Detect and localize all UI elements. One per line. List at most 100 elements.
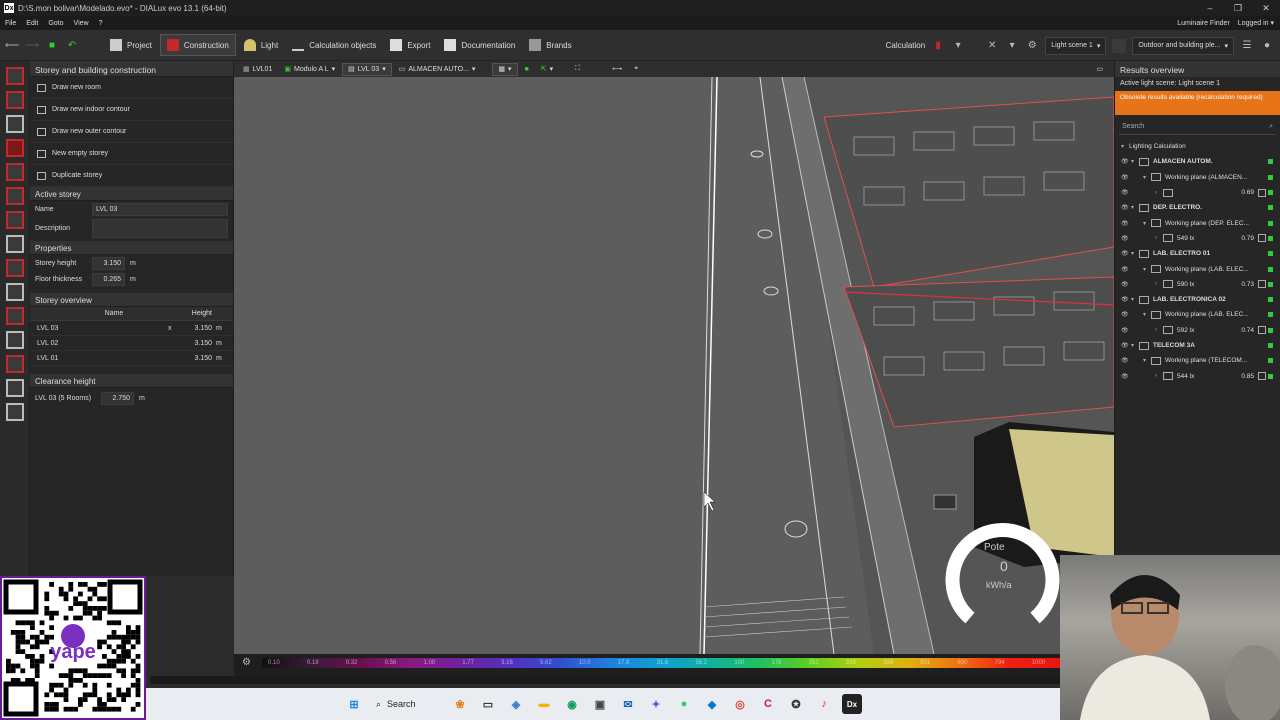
expand-arrow-icon[interactable]: ▾ bbox=[1143, 357, 1151, 364]
visibility-eye-icon[interactable]: 👁 bbox=[1121, 220, 1131, 227]
duplicate-storey-button[interactable]: Duplicate storey bbox=[30, 165, 233, 187]
back-icon[interactable]: ⟵ bbox=[4, 37, 20, 53]
taskbar-search[interactable]: ⌕ Search bbox=[372, 693, 442, 715]
storey-lvl01-selector[interactable]: ▦ LVL01 bbox=[238, 63, 277, 76]
ceiling-tool-icon[interactable] bbox=[5, 235, 24, 253]
outlook-icon[interactable]: ✉ bbox=[618, 694, 638, 714]
scene-toggle-icon[interactable] bbox=[1112, 38, 1127, 53]
window-tool-icon[interactable] bbox=[5, 187, 24, 205]
tree-result-item[interactable]: 👁 › 549 lx 0.79 bbox=[1115, 231, 1280, 246]
tab-construction[interactable]: Construction bbox=[159, 34, 236, 56]
save-icon[interactable]: ■ bbox=[44, 37, 60, 53]
menu-edit[interactable]: Edit bbox=[21, 20, 43, 27]
name-field[interactable]: LVL 03 bbox=[92, 202, 228, 216]
draw-new-room-button[interactable]: Draw new room bbox=[30, 77, 233, 99]
3d-viewport[interactable]: ▦ LVL01 ▣ Modulo A L ▾ ▤ LVL 03 ▾ ▭ ALMACEN AU… bbox=[234, 61, 1114, 654]
visibility-eye-icon[interactable]: 👁 bbox=[1121, 296, 1131, 303]
description-field[interactable] bbox=[92, 218, 228, 238]
draw-outer-contour-button[interactable]: Draw new outer contour bbox=[30, 121, 233, 143]
dialux-taskbar-icon[interactable]: Dx bbox=[842, 694, 862, 714]
tab-brands[interactable]: Brands bbox=[523, 34, 577, 56]
expand-arrow-icon[interactable]: ▾ bbox=[1143, 266, 1151, 273]
light-scene-select[interactable]: Light scene 1 ▾ bbox=[1045, 36, 1107, 55]
storey-row[interactable]: LVL 01 3.150 m bbox=[30, 351, 233, 366]
settings-gear-icon[interactable]: ⚙ bbox=[1025, 39, 1039, 53]
minimize-button[interactable]: – bbox=[1196, 0, 1224, 16]
close-button[interactable]: ✕ bbox=[1252, 0, 1280, 16]
terrain-tool-icon[interactable] bbox=[5, 115, 24, 133]
edit-icon[interactable] bbox=[1258, 372, 1266, 381]
tree-room-item[interactable]: 👁 ▾ LAB. ELECTRONICA 02 bbox=[1115, 292, 1280, 307]
expand-arrow-icon[interactable]: › bbox=[1155, 235, 1163, 241]
vscode-icon[interactable]: ◆ bbox=[702, 694, 722, 714]
edit-icon[interactable] bbox=[1258, 280, 1266, 289]
task-view-icon[interactable]: ▭ bbox=[478, 694, 498, 714]
tab-export[interactable]: Export bbox=[384, 34, 436, 56]
cancel-calc-icon[interactable]: ✕ bbox=[985, 39, 999, 53]
tree-working-plane-item[interactable]: 👁 ▾ Working plane (LAB. ELEC... bbox=[1115, 261, 1280, 276]
copilot-icon[interactable]: ◈ bbox=[506, 694, 526, 714]
export-view-icon[interactable]: ⇱ ▾ bbox=[536, 63, 558, 76]
door-tool-icon[interactable] bbox=[5, 163, 24, 181]
layers-icon[interactable]: ☰ bbox=[1240, 39, 1254, 53]
visibility-eye-icon[interactable]: 👁 bbox=[1121, 250, 1131, 257]
file-explorer-icon[interactable]: ▬ bbox=[534, 694, 554, 714]
draw-indoor-contour-button[interactable]: Draw new indoor contour bbox=[30, 99, 233, 121]
storey-selector[interactable]: ▤ LVL 03 ▾ bbox=[342, 62, 392, 76]
visibility-eye-icon[interactable]: 👁 bbox=[1121, 158, 1131, 165]
tree-group-lighting-calculation[interactable]: ▾ Lighting Calculation bbox=[1115, 139, 1280, 154]
visibility-eye-icon[interactable]: 👁 bbox=[1121, 311, 1131, 318]
tree-room-item[interactable]: 👁 ▾ TELECOM 3A bbox=[1115, 338, 1280, 353]
tree-result-item[interactable]: 👁 › 592 lx 0.74 bbox=[1115, 323, 1280, 338]
expand-arrow-icon[interactable]: › bbox=[1155, 281, 1163, 287]
expand-arrow-icon[interactable]: ▾ bbox=[1143, 174, 1151, 181]
tree-result-item[interactable]: 👁 › 590 lx 0.73 bbox=[1115, 277, 1280, 292]
edit-icon[interactable] bbox=[1258, 326, 1266, 335]
teams-icon[interactable]: ✦ bbox=[646, 694, 666, 714]
cursor-icon[interactable]: ⌖ bbox=[629, 63, 643, 76]
measure-icon[interactable]: ⟷ bbox=[607, 63, 627, 76]
visibility-eye-icon[interactable]: 👁 bbox=[1121, 204, 1131, 211]
building-selector[interactable]: ▣ Modulo A L ▾ bbox=[279, 63, 340, 76]
expand-arrow-icon[interactable]: ▾ bbox=[1131, 158, 1139, 165]
menu-goto[interactable]: Goto bbox=[43, 20, 68, 27]
store-icon[interactable]: ▣ bbox=[590, 694, 610, 714]
calc-options-dropdown-icon[interactable]: ▾ bbox=[1005, 39, 1019, 53]
beam-tool-icon[interactable] bbox=[5, 331, 24, 349]
calc-dropdown-icon[interactable]: ▾ bbox=[951, 39, 965, 53]
column-tool-icon[interactable] bbox=[5, 259, 24, 277]
monitor-icon[interactable]: ▭ bbox=[1091, 63, 1108, 76]
tree-working-plane-item[interactable]: 👁 ▾ Working plane (ALMACEN... bbox=[1115, 170, 1280, 185]
chrome-icon[interactable]: ◎ bbox=[730, 694, 750, 714]
plan-tool-icon[interactable] bbox=[5, 355, 24, 373]
tree-room-item[interactable]: 👁 ▾ LAB. ELECTRO 01 bbox=[1115, 246, 1280, 261]
expand-arrow-icon[interactable]: › bbox=[1155, 190, 1163, 196]
expand-arrow-icon[interactable]: › bbox=[1155, 327, 1163, 333]
results-search-input[interactable]: Search ⌕ bbox=[1119, 119, 1276, 135]
tree-result-item[interactable]: 👁 › 544 lx 0.85 bbox=[1115, 368, 1280, 383]
widgets-icon[interactable]: ❀ bbox=[450, 694, 470, 714]
wall-tool-icon[interactable] bbox=[5, 139, 24, 157]
visibility-eye-icon[interactable]: 👁 bbox=[1121, 266, 1131, 273]
tree-working-plane-item[interactable]: 👁 ▾ Working plane (TELECOM... bbox=[1115, 353, 1280, 368]
room-tool-icon[interactable] bbox=[5, 67, 24, 85]
tiktok-icon[interactable]: ♪ bbox=[814, 694, 834, 714]
visibility-eye-icon[interactable]: 👁 bbox=[1121, 357, 1131, 364]
tab-calculation-objects[interactable]: Calculation objects bbox=[286, 34, 382, 56]
menu-view[interactable]: View bbox=[69, 20, 94, 27]
visibility-eye-icon[interactable]: 👁 bbox=[1121, 327, 1131, 334]
delete-storey-icon[interactable]: x bbox=[168, 325, 180, 332]
tab-light[interactable]: Light bbox=[238, 34, 284, 56]
cutout-tool-icon[interactable] bbox=[5, 307, 24, 325]
expand-arrow-icon[interactable]: ▾ bbox=[1131, 342, 1139, 349]
room-selector[interactable]: ▭ ALMACEN AUTO... ▾ bbox=[394, 63, 481, 76]
edit-icon[interactable] bbox=[1258, 234, 1266, 243]
visibility-eye-icon[interactable]: 👁 bbox=[1121, 174, 1131, 181]
fit-view-icon[interactable]: ⛶ bbox=[570, 63, 585, 76]
expand-arrow-icon[interactable]: ▾ bbox=[1131, 204, 1139, 211]
measure-tool-icon[interactable] bbox=[5, 403, 24, 421]
expand-arrow-icon[interactable]: › bbox=[1155, 373, 1163, 379]
menu-help[interactable]: ? bbox=[94, 20, 108, 27]
menu-file[interactable]: File bbox=[0, 20, 21, 27]
edit-icon[interactable] bbox=[1258, 188, 1266, 197]
